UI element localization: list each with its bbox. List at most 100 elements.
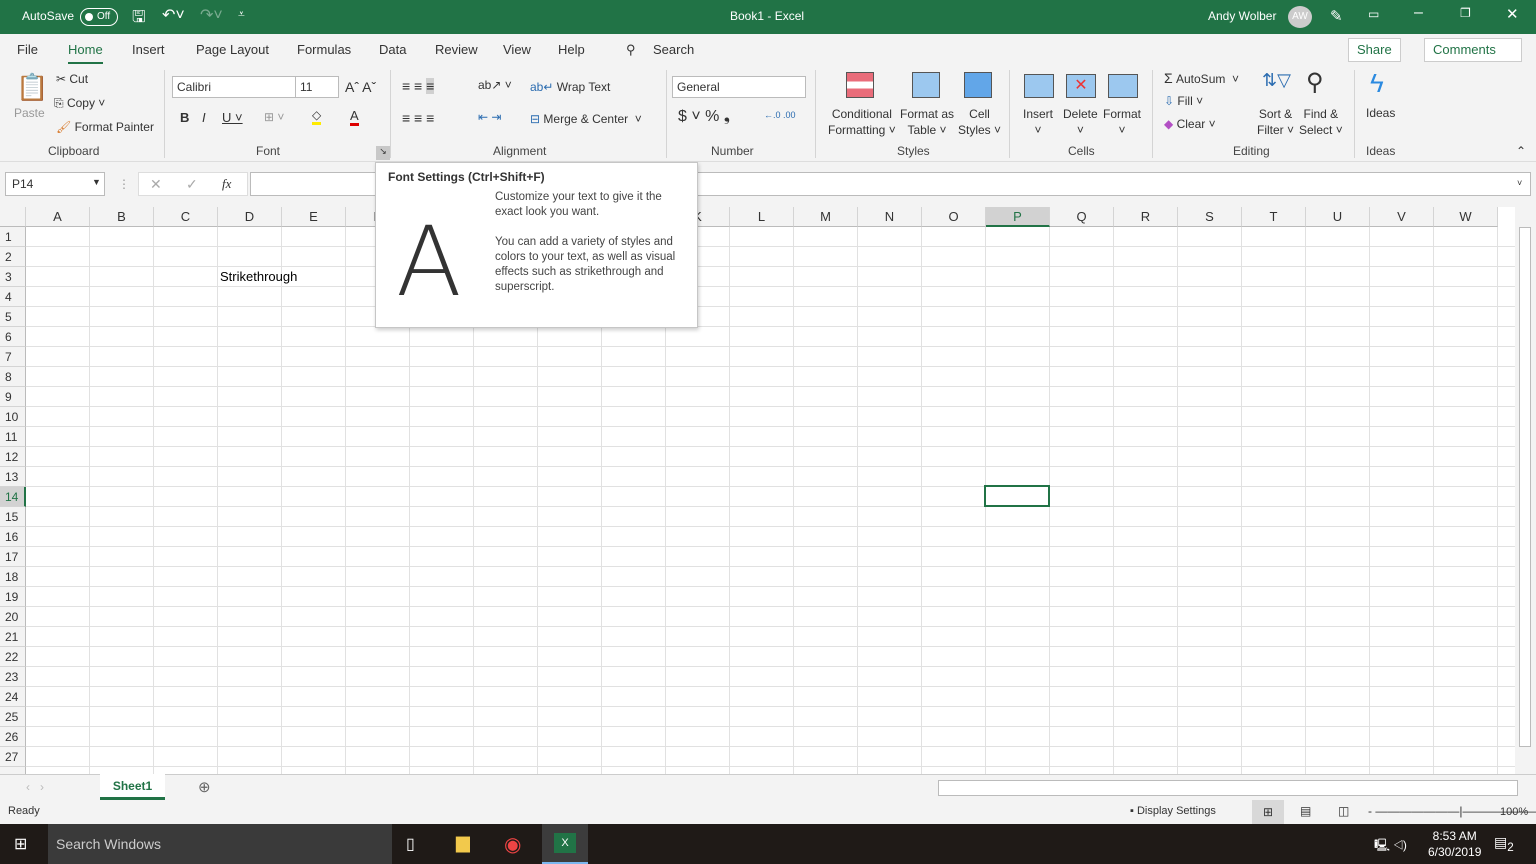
save-icon[interactable]: 🖫 [132, 6, 146, 33]
page-layout-view-icon[interactable]: ▤ [1300, 804, 1311, 818]
display-settings-button[interactable]: ▪ Display Settings [1130, 805, 1216, 817]
row-header-5[interactable]: 5 [0, 307, 26, 327]
tab-help[interactable]: Help [558, 42, 585, 57]
sort-filter-button[interactable]: Sort & Filter ˅ [1257, 106, 1294, 138]
row-header-24[interactable]: 24 [0, 687, 26, 707]
insert-function-button[interactable]: fx [222, 176, 231, 192]
column-header-R[interactable]: R [1114, 207, 1178, 227]
tab-review[interactable]: Review [435, 42, 478, 57]
tab-page-layout[interactable]: Page Layout [196, 42, 269, 57]
row-header-28[interactable] [0, 767, 26, 774]
column-header-U[interactable]: U [1306, 207, 1370, 227]
increase-font-icon[interactable]: Aˆ Aˇ [345, 79, 376, 95]
search-box[interactable]: Search [653, 42, 694, 57]
row-header-10[interactable]: 10 [0, 407, 26, 427]
conditional-formatting-button[interactable]: Conditional Formatting ˅ [828, 106, 896, 138]
fill-button[interactable]: ⇩ Fill ˅ [1164, 94, 1203, 108]
align-top-icon[interactable]: ≡ ≡ ≡ [402, 78, 435, 94]
decimal-icon[interactable]: ←.0 .00 [764, 110, 796, 120]
sort-filter-icon[interactable]: ⇅▽ [1262, 70, 1291, 91]
row-header-20[interactable]: 20 [0, 607, 26, 627]
column-header-T[interactable]: T [1242, 207, 1306, 227]
sheet-tab-sheet1[interactable]: Sheet1 [100, 774, 165, 800]
row-header-21[interactable]: 21 [0, 627, 26, 647]
format-painter-button[interactable]: 🖌 Format Painter [56, 120, 154, 134]
row-header-18[interactable]: 18 [0, 567, 26, 587]
delete-cells-icon[interactable]: ✕ [1066, 74, 1096, 98]
tab-home[interactable]: Home [68, 42, 103, 65]
row-header-1[interactable]: 1 [0, 227, 26, 247]
column-header-E[interactable]: E [282, 207, 346, 227]
font-size-select[interactable]: 11 [295, 76, 339, 98]
cut-button[interactable]: ✂ Cut [56, 72, 88, 86]
borders-icon[interactable]: ⊞ ˅ [264, 110, 284, 124]
cell-D3[interactable]: Strikethrough [220, 269, 297, 284]
conditional-formatting-icon[interactable] [846, 72, 874, 98]
column-header-O[interactable]: O [922, 207, 986, 227]
find-select-button[interactable]: Find & Select ˅ [1299, 106, 1343, 138]
fill-color-icon[interactable]: ◇ [312, 108, 322, 125]
font-name-select[interactable]: Calibri [172, 76, 296, 98]
row-header-8[interactable]: 8 [0, 367, 26, 387]
row-header-12[interactable]: 12 [0, 447, 26, 467]
paste-icon[interactable]: 📋 [16, 72, 48, 103]
avatar[interactable]: AW [1288, 6, 1312, 28]
column-header-W[interactable]: W [1434, 207, 1498, 227]
font-color-icon[interactable]: A [350, 108, 359, 126]
row-header-4[interactable]: 4 [0, 287, 26, 307]
page-break-view-icon[interactable]: ◫ [1338, 804, 1349, 818]
undo-icon[interactable]: ↶˅ [162, 5, 185, 25]
column-header-N[interactable]: N [858, 207, 922, 227]
name-box[interactable]: P14 [5, 172, 105, 196]
row-header-3[interactable]: 3 [0, 267, 26, 287]
row-header-19[interactable]: 19 [0, 587, 26, 607]
worksheet-grid[interactable]: ABCDEFGHIJKLMNOPQRSTUVW12345678910111213… [0, 207, 1515, 774]
cell-styles-button[interactable]: Cell Styles ˅ [958, 106, 1001, 138]
find-icon[interactable]: ⚲ [1306, 68, 1324, 97]
close-icon[interactable]: ✕ [1506, 5, 1519, 23]
column-header-D[interactable]: D [218, 207, 282, 227]
autosave-toggle[interactable]: Off [80, 8, 118, 26]
column-header-B[interactable]: B [90, 207, 154, 227]
number-format-select[interactable]: General [672, 76, 806, 98]
clear-button[interactable]: ◆ Clear ˅ [1164, 117, 1216, 131]
pen-icon[interactable]: ✎ [1330, 7, 1343, 25]
indent-icon[interactable]: ⇤ ⇥ [478, 110, 501, 124]
row-header-9[interactable]: 9 [0, 387, 26, 407]
tab-insert[interactable]: Insert [132, 42, 165, 57]
merge-center-button[interactable]: ⊟ Merge & Center ˅ [530, 112, 642, 126]
name-box-dropdown-icon[interactable]: ▼ [92, 177, 101, 187]
share-button[interactable]: Share [1348, 38, 1401, 62]
vertical-scrollbar[interactable] [1515, 207, 1536, 774]
row-header-11[interactable]: 11 [0, 427, 26, 447]
tab-file[interactable]: File [17, 42, 38, 57]
insert-cells-icon[interactable] [1024, 74, 1054, 98]
font-settings-launcher-icon[interactable]: ↘ [376, 146, 390, 160]
add-sheet-icon[interactable]: ⊕ [198, 778, 211, 796]
normal-view-icon[interactable]: ⊞ [1252, 800, 1284, 824]
row-header-15[interactable]: 15 [0, 507, 26, 527]
prev-sheet-icon[interactable]: ‹ › [26, 780, 44, 794]
row-header-14[interactable]: 14 [0, 487, 26, 507]
format-cells-icon[interactable] [1108, 74, 1138, 98]
delete-button[interactable]: Delete ˅ [1063, 106, 1098, 138]
column-header-M[interactable]: M [794, 207, 858, 227]
enter-icon[interactable]: ✓ [186, 176, 198, 193]
column-header-C[interactable]: C [154, 207, 218, 227]
format-as-table-icon[interactable] [912, 72, 940, 98]
format-as-table-button[interactable]: Format as Table ˅ [900, 106, 954, 138]
network-icon[interactable]: 🖳 ◁) [1374, 836, 1407, 857]
row-header-27[interactable]: 27 [0, 747, 26, 767]
orientation-icon[interactable]: ab↗ ˅ [478, 78, 512, 92]
user-name[interactable]: Andy Wolber [1208, 9, 1276, 23]
row-header-22[interactable]: 22 [0, 647, 26, 667]
bold-button[interactable]: B [180, 110, 189, 125]
horizontal-scrollbar[interactable] [938, 780, 1518, 796]
file-explorer-icon[interactable]: ▆ [456, 832, 470, 853]
autosum-button[interactable]: Σ AutoSum ˅ [1164, 70, 1239, 86]
clock[interactable]: 8:53 AM 6/30/2019 [1428, 828, 1481, 860]
tab-formulas[interactable]: Formulas [297, 42, 351, 57]
row-header-13[interactable]: 13 [0, 467, 26, 487]
row-header-23[interactable]: 23 [0, 667, 26, 687]
align-left-icon[interactable]: ≡ ≡ ≡ [402, 110, 434, 126]
